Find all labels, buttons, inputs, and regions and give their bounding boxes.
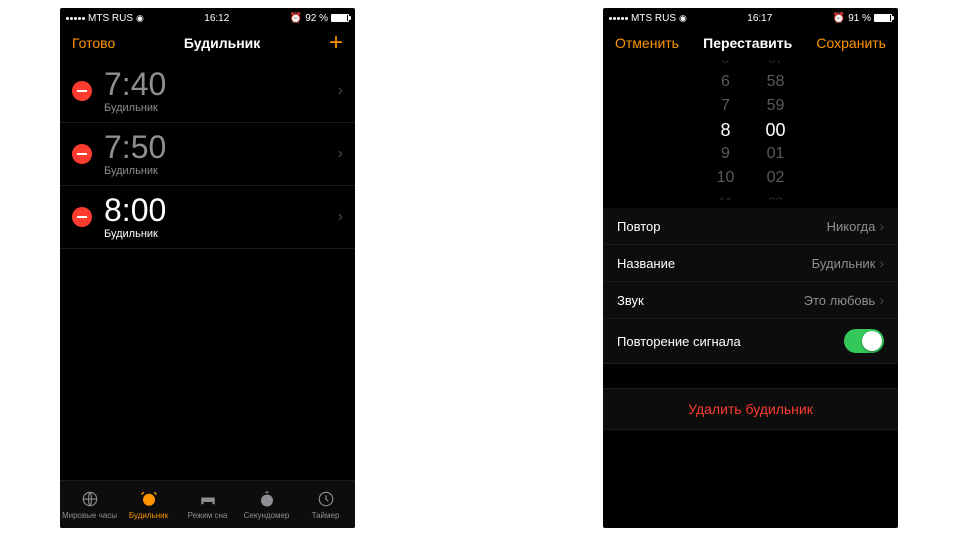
alarm-label: Будильник	[104, 228, 338, 240]
navbar: Готово Будильник +	[60, 26, 355, 60]
alarm-label: Будильник	[104, 102, 338, 114]
bed-icon	[198, 489, 218, 509]
setting-name[interactable]: Название Будильник›	[603, 245, 898, 282]
battery-icon	[331, 14, 349, 22]
phone-alarm-list: MTS RUS ◉ 16:12 ⏰ 92 % Готово Будильник …	[60, 8, 355, 528]
alarm-status-icon: ⏰	[290, 13, 302, 24]
setting-snooze: Повторение сигнала	[603, 319, 898, 364]
page-title: Будильник	[184, 35, 260, 51]
chevron-right-icon: ›	[879, 255, 884, 271]
battery-icon	[874, 14, 892, 22]
timer-icon	[316, 489, 336, 509]
delete-alarm-button[interactable]: Удалить будильник	[603, 388, 898, 430]
snooze-toggle[interactable]	[844, 329, 884, 353]
signal-icon	[609, 17, 628, 20]
alarm-clock-icon	[139, 489, 159, 509]
page-title: Переставить	[703, 35, 792, 51]
setting-sound[interactable]: Звук Это любовь›	[603, 282, 898, 319]
delete-icon[interactable]	[72, 144, 92, 164]
alarm-list: 7:40 Будильник › 7:50 Будильник › 8:00 Б…	[60, 60, 355, 480]
chevron-right-icon: ›	[338, 208, 343, 226]
chevron-right-icon: ›	[879, 218, 884, 234]
battery-pct: 91 %	[848, 13, 871, 24]
alarm-row[interactable]: 7:40 Будильник ›	[60, 60, 355, 123]
setting-repeat[interactable]: Повтор Никогда›	[603, 208, 898, 245]
tab-bedtime[interactable]: Режим сна	[178, 481, 237, 528]
carrier-label: MTS RUS	[88, 13, 133, 24]
add-alarm-button[interactable]: +	[329, 31, 343, 55]
alarm-time: 7:40	[104, 68, 338, 100]
alarm-row[interactable]: 7:50 Будильник ›	[60, 123, 355, 186]
carrier-label: MTS RUS	[631, 13, 676, 24]
status-bar: MTS RUS ◉ 16:17 ⏰ 91 %	[603, 8, 898, 26]
tab-timer[interactable]: Таймер	[296, 481, 355, 528]
status-time: 16:12	[204, 13, 229, 24]
chevron-right-icon: ›	[338, 145, 343, 163]
alarm-row[interactable]: 8:00 Будильник ›	[60, 186, 355, 249]
alarm-time: 7:50	[104, 131, 338, 163]
chevron-right-icon: ›	[338, 82, 343, 100]
hour-column[interactable]: 5 6 7 8 9 10 11	[701, 60, 751, 200]
cancel-button[interactable]: Отменить	[615, 35, 679, 51]
minute-column[interactable]: 57 58 59 00 01 02 03	[751, 60, 801, 200]
chevron-right-icon: ›	[879, 292, 884, 308]
tab-alarm[interactable]: Будильник	[119, 481, 178, 528]
alarm-label: Будильник	[104, 165, 338, 177]
time-picker[interactable]: 5 6 7 8 9 10 11 57 58 59 00 01 02 03	[603, 60, 898, 200]
done-button[interactable]: Готово	[72, 35, 115, 51]
phone-alarm-edit: MTS RUS ◉ 16:17 ⏰ 91 % Отменить Перестав…	[603, 8, 898, 528]
signal-icon	[66, 17, 85, 20]
status-time: 16:17	[747, 13, 772, 24]
navbar: Отменить Переставить Сохранить	[603, 26, 898, 60]
alarm-settings: Повтор Никогда› Название Будильник› Звук…	[603, 208, 898, 364]
tab-world-clock[interactable]: Мировые часы	[60, 481, 119, 528]
tab-stopwatch[interactable]: Секундомер	[237, 481, 296, 528]
globe-icon	[80, 489, 100, 509]
status-bar: MTS RUS ◉ 16:12 ⏰ 92 %	[60, 8, 355, 26]
save-button[interactable]: Сохранить	[816, 35, 886, 51]
wifi-icon: ◉	[136, 13, 144, 24]
wifi-icon: ◉	[679, 13, 687, 24]
delete-icon[interactable]	[72, 207, 92, 227]
alarm-status-icon: ⏰	[833, 13, 845, 24]
battery-pct: 92 %	[305, 13, 328, 24]
stopwatch-icon	[257, 489, 277, 509]
alarm-time: 8:00	[104, 194, 338, 226]
delete-icon[interactable]	[72, 81, 92, 101]
tab-bar: Мировые часы Будильник Режим сна Секундо…	[60, 480, 355, 528]
